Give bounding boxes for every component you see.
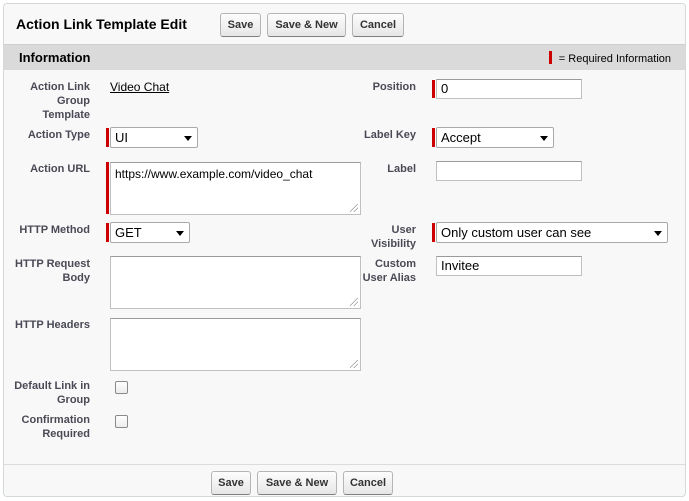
resize-grip-icon[interactable]	[350, 204, 358, 212]
save-button-bottom[interactable]: Save	[211, 471, 251, 495]
save-button-top[interactable]: Save	[220, 13, 261, 37]
action-url-textarea[interactable]: https://www.example.com/video_chat	[110, 162, 361, 215]
user-visibility-label: User Visibility	[370, 224, 416, 250]
resize-grip-icon[interactable]	[350, 360, 358, 368]
chevron-down-icon	[654, 231, 662, 236]
custom-user-alias-label: Custom User Alias	[362, 258, 416, 284]
edit-page-block: Action Link Template Edit Save Save & Ne…	[3, 3, 686, 497]
chevron-down-icon	[540, 136, 548, 141]
action-url-label: Action URL	[30, 163, 90, 175]
action-type-label: Action Type	[27, 129, 90, 141]
section-title: Information	[19, 50, 91, 65]
action-type-select[interactable]: UI	[110, 127, 198, 148]
group-template-label: Action Link Group Template	[30, 81, 90, 121]
required-indicator-icon	[548, 51, 552, 64]
footer-divider	[4, 464, 685, 465]
label-input[interactable]	[436, 161, 582, 181]
label-key-select[interactable]: Accept	[436, 127, 554, 148]
action-type-required-bar	[106, 128, 109, 147]
label-key-label: Label Key	[364, 129, 416, 141]
http-headers-label: HTTP Headers	[15, 319, 90, 331]
http-request-body-textarea[interactable]	[110, 256, 361, 309]
position-required-bar	[432, 80, 435, 98]
action-url-required-bar	[106, 162, 109, 214]
cancel-button-bottom[interactable]: Cancel	[343, 471, 393, 495]
cancel-button-top[interactable]: Cancel	[352, 13, 404, 37]
confirmation-required-label: Confirmation Required	[21, 414, 90, 440]
confirmation-required-checkbox[interactable]	[115, 415, 128, 428]
http-request-body-label: HTTP Request Body	[15, 258, 90, 284]
information-section-header: Information = Required Information	[4, 44, 685, 70]
label-key-required-bar	[432, 128, 435, 147]
chevron-down-icon	[176, 231, 184, 236]
user-visibility-select[interactable]: Only custom user can see	[436, 222, 668, 243]
label-label: Label	[387, 163, 416, 175]
page-title: Action Link Template Edit	[16, 16, 187, 32]
http-method-value: GET	[115, 225, 142, 240]
action-type-value: UI	[115, 130, 128, 145]
http-headers-textarea[interactable]	[110, 318, 361, 371]
group-template-link[interactable]: Video Chat	[110, 80, 169, 94]
custom-user-alias-input[interactable]: Invitee	[436, 256, 582, 276]
position-label: Position	[372, 81, 416, 93]
http-method-required-bar	[106, 223, 109, 242]
position-input[interactable]: 0	[436, 79, 582, 99]
required-legend-text: = Required Information	[558, 53, 671, 65]
resize-grip-icon[interactable]	[350, 298, 358, 306]
user-visibility-required-bar	[432, 223, 435, 242]
user-visibility-value: Only custom user can see	[441, 225, 592, 240]
default-link-checkbox[interactable]	[115, 381, 128, 394]
http-method-label: HTTP Method	[19, 224, 90, 236]
http-method-select[interactable]: GET	[110, 222, 190, 243]
chevron-down-icon	[184, 136, 192, 141]
required-legend: = Required Information	[548, 51, 671, 65]
label-key-value: Accept	[441, 130, 481, 145]
action-url-value: https://www.example.com/video_chat	[115, 167, 313, 181]
default-link-label: Default Link in Group	[14, 380, 90, 406]
save-new-button-bottom[interactable]: Save & New	[257, 471, 337, 495]
save-new-button-top[interactable]: Save & New	[267, 13, 346, 37]
